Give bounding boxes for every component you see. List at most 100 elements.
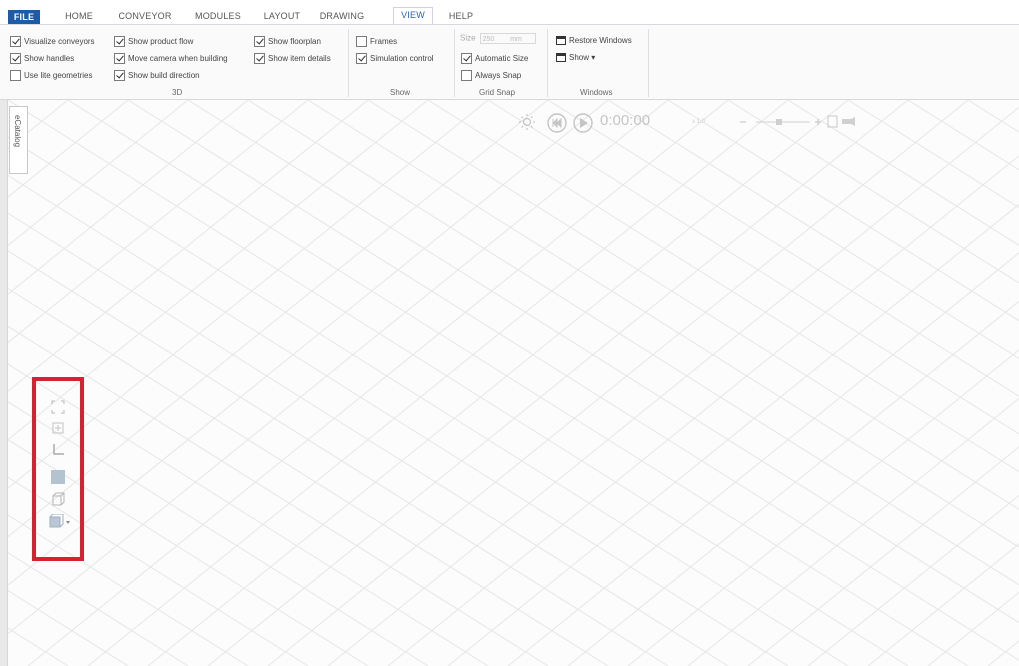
checkbox-label: Show product flow: [128, 37, 194, 46]
checkbox-label: Use lite geometries: [24, 71, 93, 80]
grid-line: [387, 155, 1019, 666]
speed-slider[interactable]: [738, 112, 868, 132]
tab-help[interactable]: HELP: [446, 9, 476, 24]
grid-line: [807, 494, 1019, 666]
tab-file[interactable]: FILE: [8, 10, 40, 24]
checkbox-box[interactable]: [10, 70, 21, 82]
restore-windows-button[interactable]: Restore Windows: [556, 36, 632, 46]
window-icon: [556, 36, 566, 46]
simulation-time: 0:00:00: [600, 112, 651, 129]
tab-drawing[interactable]: DRAWING: [318, 9, 366, 24]
grid-size-unit: mm: [510, 36, 522, 43]
grid-line: [427, 100, 1019, 473]
ecatalog-label: eCatalog: [13, 115, 22, 148]
record-icon[interactable]: [827, 115, 838, 128]
tab-modules[interactable]: MODULES: [192, 9, 244, 24]
grid-size-input[interactable]: 250 mm: [479, 33, 536, 44]
show-product-flow-checkbox[interactable]: Show product flow: [114, 35, 193, 49]
simulation-control-checkbox[interactable]: Simulation control: [356, 52, 434, 66]
group-label-grid-snap: Grid Snap: [479, 88, 516, 97]
checkbox-label: Simulation control: [370, 54, 434, 63]
group-divider: [454, 29, 455, 97]
show-floorplan-checkbox[interactable]: Show floorplan: [254, 35, 321, 49]
always-snap-checkbox[interactable]: Always Snap: [461, 69, 521, 83]
grid-line: [207, 100, 909, 666]
show-build-direction-checkbox[interactable]: Show build direction: [114, 69, 200, 83]
checkbox-label: Frames: [370, 37, 398, 46]
zoom-window-icon[interactable]: [51, 421, 65, 435]
3d-viewport[interactable]: [8, 100, 1019, 666]
zoom-extents-icon[interactable]: [51, 400, 65, 414]
group-divider: [348, 29, 349, 97]
tab-conveyor[interactable]: CONVEYOR: [116, 9, 174, 24]
tab-home[interactable]: HOME: [62, 9, 96, 24]
frames-checkbox[interactable]: Frames: [356, 35, 397, 49]
grid-line: [667, 100, 1019, 322]
grid-line: [987, 640, 1019, 666]
button-label: Show ▾: [569, 53, 596, 62]
button-label: Restore Windows: [569, 36, 632, 45]
checkbox-box[interactable]: [254, 53, 265, 65]
rewind-icon[interactable]: [547, 113, 567, 133]
ribbon-tab-bar: FILE HOME CONVEYOR MODULES LAYOUT DRAWIN…: [0, 0, 1019, 25]
group-divider: [547, 29, 548, 97]
checkbox-box[interactable]: [10, 36, 21, 48]
checkbox-box[interactable]: [10, 53, 21, 65]
checkbox-label: Show floorplan: [268, 37, 321, 46]
grid-line: [367, 100, 1019, 510]
checkbox-label: Move camera when building: [128, 54, 228, 63]
group-label-windows: Windows: [580, 88, 613, 97]
grid-line: [487, 100, 1019, 435]
grid-line: [867, 543, 1019, 666]
grid-line: [87, 100, 789, 666]
tab-layout[interactable]: LAYOUT: [262, 9, 302, 24]
checkbox-box[interactable]: [461, 70, 472, 82]
grid-line: [147, 100, 849, 666]
grid-size-field[interactable]: Size 250 mm: [460, 33, 536, 44]
ecatalog-tab[interactable]: eCatalog: [9, 106, 28, 174]
tab-view[interactable]: VIEW: [393, 7, 433, 25]
axis-icon[interactable]: [51, 443, 65, 457]
grid-line: [787, 100, 1019, 246]
show-handles-checkbox[interactable]: Show handles: [10, 52, 74, 66]
slider-thumb[interactable]: [776, 119, 782, 125]
grid-line: [8, 212, 729, 666]
grid-line: [607, 100, 1019, 360]
checkbox-box[interactable]: [356, 53, 367, 65]
grid-size-label: Size: [460, 33, 476, 43]
checkbox-box[interactable]: [114, 53, 125, 65]
play-icon[interactable]: [573, 113, 593, 133]
checkbox-box[interactable]: [114, 70, 125, 82]
group-label-3d: 3D: [172, 88, 183, 97]
show-windows-dropdown[interactable]: Show ▾: [556, 53, 596, 63]
checkbox-label: Always Snap: [475, 71, 522, 80]
floor-grid: [8, 100, 1019, 666]
checkbox-label: Show item details: [268, 54, 331, 63]
grid-line: [907, 100, 1019, 171]
sun-icon[interactable]: [519, 114, 535, 130]
checkbox-label: Show build direction: [128, 71, 200, 80]
camera-icon[interactable]: [842, 119, 851, 124]
checkbox-box[interactable]: [461, 53, 472, 65]
grid-line: [847, 100, 1019, 209]
left-dock-strip: [0, 100, 8, 666]
visualize-conveyors-checkbox[interactable]: Visualize conveyors: [10, 35, 95, 49]
show-item-details-checkbox[interactable]: Show item details: [254, 52, 331, 66]
plan-view-icon[interactable]: [51, 470, 65, 484]
checkbox-label: Visualize conveyors: [24, 37, 95, 46]
checkbox-box[interactable]: [356, 36, 367, 48]
window-icon: [556, 53, 566, 63]
move-camera-checkbox[interactable]: Move camera when building: [114, 52, 228, 66]
camera-icon[interactable]: [851, 117, 855, 126]
group-divider: [648, 29, 649, 97]
use-lite-geometries-checkbox[interactable]: Use lite geometries: [10, 69, 92, 83]
3d-box-icon[interactable]: [51, 492, 65, 506]
automatic-size-checkbox[interactable]: Automatic Size: [461, 52, 528, 66]
grid-line: [967, 100, 1019, 133]
checkbox-box[interactable]: [254, 36, 265, 48]
checkbox-box[interactable]: [114, 36, 125, 48]
grid-line: [247, 100, 1019, 586]
grid-line: [627, 349, 1019, 666]
view-cube-dropdown-icon[interactable]: [48, 514, 72, 530]
grid-line: [27, 100, 729, 666]
